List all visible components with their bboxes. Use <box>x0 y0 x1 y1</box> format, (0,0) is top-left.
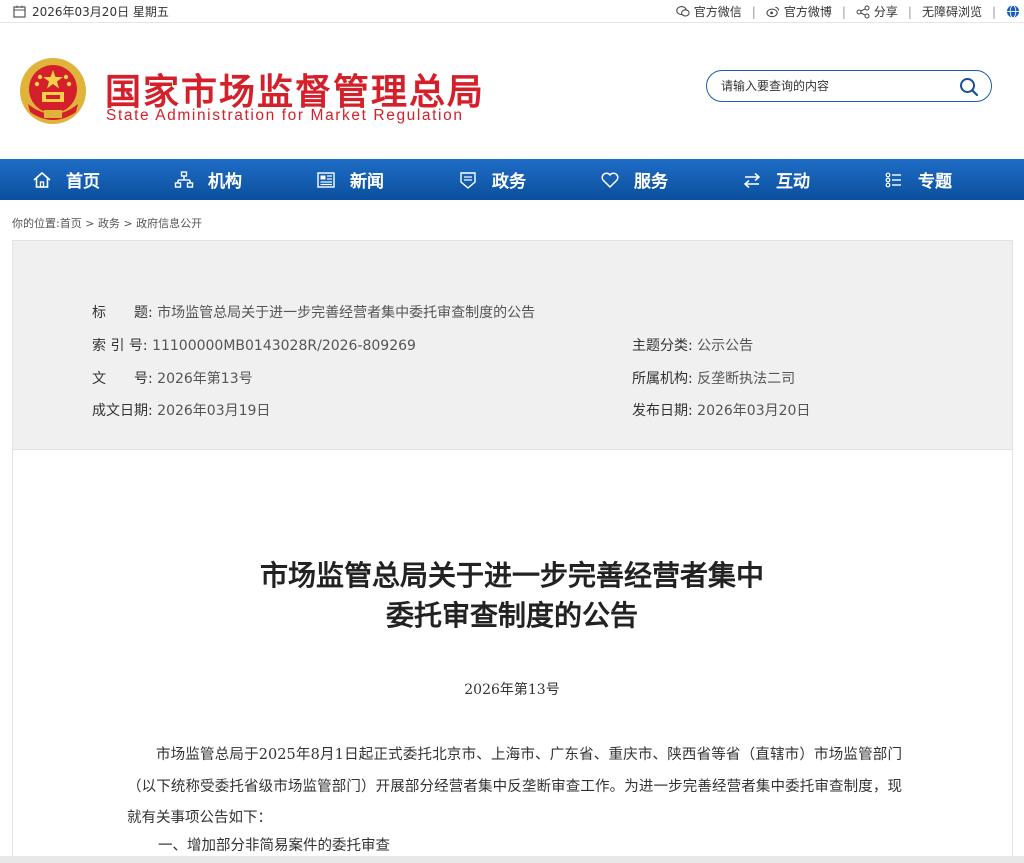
meta-publish-date: 发布日期: 2026年03月20日 <box>632 403 811 419</box>
search-input[interactable] <box>719 78 953 94</box>
list-icon <box>885 172 901 187</box>
site-title-english: State Administration for Market Regulati… <box>106 107 464 124</box>
meta-organization: 所属机构: 反垄断执法二司 <box>632 371 796 387</box>
nav-item-government-affairs[interactable]: 政务 <box>426 159 568 200</box>
meta-topic-category: 主题分类: 公示公告 <box>632 338 754 354</box>
government-affairs-icon <box>460 171 476 189</box>
weibo-link[interactable]: 官方微博 <box>756 3 842 20</box>
accessibility-link[interactable]: 无障碍浏览 <box>912 3 992 20</box>
article-document-number: 2026年第13号 <box>464 682 560 698</box>
main-navigation: 首页 机构 新闻 政务 服务 互动 专题 <box>0 159 1024 200</box>
nav-item-special-topics[interactable]: 专题 <box>852 159 994 200</box>
horizontal-scrollbar[interactable] <box>0 856 1024 863</box>
search-button[interactable] <box>959 77 979 97</box>
weibo-icon <box>766 5 780 19</box>
top-utility-bar: 2026年03月20日 星期五 官方微信 | 官方微博 | 分享 | 无障碍浏览… <box>0 0 1024 23</box>
meta-index-number: 索 引 号: 11100000MB0143028R/2026-809269 <box>92 338 416 354</box>
meta-title: 标 题: 市场监管总局关于进一步完善经营者集中委托审查制度的公告 <box>92 305 536 321</box>
exchange-arrows-icon <box>743 172 761 188</box>
breadcrumb[interactable]: 你的位置:首页 > 政务 > 政府信息公开 <box>12 215 202 231</box>
calendar-icon <box>12 5 26 19</box>
article-title: 市场监管总局关于进一步完善经营者集中 委托审查制度的公告 <box>259 559 764 632</box>
article-paragraph: 市场监管总局于2025年8月1日起正式委托北京市、上海市、广东省、重庆市、陕西省… <box>127 747 902 826</box>
date-text: 2026年03月20日 星期五 <box>32 5 169 19</box>
news-icon <box>317 171 335 188</box>
home-icon <box>33 171 51 188</box>
search-icon <box>960 78 979 97</box>
search-box <box>706 70 992 102</box>
nav-item-services[interactable]: 服务 <box>568 159 710 200</box>
top-links: 官方微信 | 官方微博 | 分享 | 无障碍浏览 | <box>666 3 1024 20</box>
wechat-link[interactable]: 官方微信 <box>666 3 752 20</box>
nav-item-home[interactable]: 首页 <box>0 159 142 200</box>
meta-document-number: 文 号: 2026年第13号 <box>92 371 253 387</box>
national-emblem-logo[interactable] <box>18 56 88 126</box>
language-link[interactable] <box>996 5 1024 19</box>
share-link[interactable]: 分享 <box>846 3 908 20</box>
article-section-heading: 一、增加部分非简易案件的委托审查 <box>158 838 390 854</box>
nav-item-news[interactable]: 新闻 <box>284 159 426 200</box>
heart-icon <box>601 172 619 188</box>
site-header: 国家市场监督管理总局 State Administration for Mark… <box>0 23 1024 159</box>
wechat-icon <box>675 5 690 19</box>
date-display: 2026年03月20日 星期五 <box>12 3 169 20</box>
share-icon <box>856 5 870 19</box>
globe-icon <box>1006 5 1020 19</box>
org-chart-icon <box>174 170 194 188</box>
meta-creation-date: 成文日期: 2026年03月19日 <box>92 403 271 419</box>
nav-item-interaction[interactable]: 互动 <box>710 159 852 200</box>
nav-item-organization[interactable]: 机构 <box>142 159 284 200</box>
